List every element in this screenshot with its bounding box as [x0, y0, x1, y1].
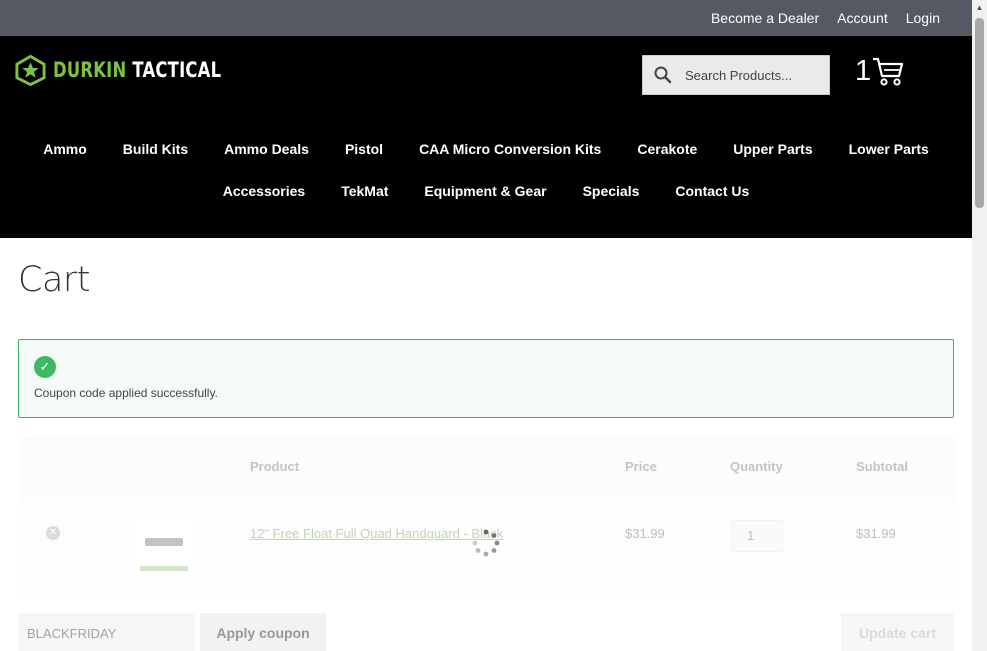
logo-star-icon: [15, 54, 46, 86]
cart-button[interactable]: 1: [855, 54, 905, 88]
logo-text-durkin: DURKIN: [53, 58, 127, 82]
nav-item-accessories[interactable]: Accessories: [223, 178, 306, 220]
coupon-input[interactable]: [18, 613, 195, 651]
nav-item-pistol[interactable]: Pistol: [345, 136, 383, 178]
cart-icon: [873, 57, 904, 86]
scrollbar[interactable]: ▲: [972, 0, 987, 651]
nav-row-2: Accessories TekMat Equipment & Gear Spec…: [0, 178, 972, 220]
product-price: $31.99: [625, 526, 665, 541]
search-icon[interactable]: [653, 65, 673, 85]
check-icon: ✓: [34, 356, 56, 378]
nav-item-contact-us[interactable]: Contact Us: [675, 178, 749, 220]
search-input[interactable]: [685, 67, 825, 83]
cart-actions: Apply coupon Update cart: [18, 613, 954, 651]
nav-item-caa-micro[interactable]: CAA Micro Conversion Kits: [419, 136, 601, 178]
page: Become a Dealer Account Login DURKIN TAC…: [0, 0, 972, 651]
nav-row-1: Ammo Build Kits Ammo Deals Pistol CAA Mi…: [0, 136, 972, 178]
product-thumbnail[interactable]: [136, 518, 192, 578]
nav-item-equipment-gear[interactable]: Equipment & Gear: [424, 178, 546, 220]
login-link[interactable]: Login: [906, 10, 940, 26]
nav-item-build-kits[interactable]: Build Kits: [123, 136, 188, 178]
nav-item-ammo[interactable]: Ammo: [43, 136, 87, 178]
cart-table: Product Price Quantity Subtotal ✕ 12" Fr…: [18, 434, 954, 600]
search-box: [642, 55, 830, 95]
nav-item-upper-parts[interactable]: Upper Parts: [733, 136, 812, 178]
product-subtotal: $31.99: [856, 526, 896, 541]
page-title: Cart: [18, 260, 91, 300]
thumbnail-logo-strip: [140, 566, 188, 571]
remove-icon[interactable]: ✕: [46, 526, 60, 540]
spinner-icon: [472, 529, 500, 557]
success-notice: ✓ Coupon code applied successfully.: [18, 339, 954, 418]
product-link[interactable]: 12" Free Float Full Quad Handguard - Bla…: [250, 526, 503, 541]
nav-item-cerakote[interactable]: Cerakote: [637, 136, 697, 178]
apply-coupon-button[interactable]: Apply coupon: [200, 613, 326, 651]
scroll-thumb[interactable]: [975, 18, 984, 208]
become-dealer-link[interactable]: Become a Dealer: [711, 10, 819, 26]
nav-item-lower-parts[interactable]: Lower Parts: [849, 136, 929, 178]
scroll-up-icon[interactable]: ▲: [972, 0, 987, 15]
site-header: DURKIN TACTICAL 1 Ammo Build Kits: [0, 36, 972, 238]
notice-message: Coupon code applied successfully.: [34, 386, 218, 400]
logo-text-tactical: TACTICAL: [132, 58, 222, 82]
nav-item-specials[interactable]: Specials: [583, 178, 640, 220]
table-header: Product Price Quantity Subtotal: [18, 434, 954, 500]
thumbnail-handguard: [145, 538, 183, 546]
account-link[interactable]: Account: [837, 10, 888, 26]
header-price: Price: [625, 459, 657, 474]
header-quantity: Quantity: [730, 459, 783, 474]
nav-item-ammo-deals[interactable]: Ammo Deals: [224, 136, 309, 178]
cart-count: 1: [855, 54, 872, 87]
logo-text: DURKIN TACTICAL: [53, 58, 221, 82]
update-cart-button[interactable]: Update cart: [841, 613, 954, 651]
quantity-input[interactable]: 1: [731, 520, 783, 552]
header-product: Product: [250, 459, 300, 474]
top-bar: Become a Dealer Account Login: [0, 0, 972, 36]
logo[interactable]: DURKIN TACTICAL: [14, 54, 269, 86]
nav-item-tekmat[interactable]: TekMat: [341, 178, 388, 220]
main-nav: Ammo Build Kits Ammo Deals Pistol CAA Mi…: [0, 136, 972, 220]
header-subtotal: Subtotal: [856, 459, 908, 474]
